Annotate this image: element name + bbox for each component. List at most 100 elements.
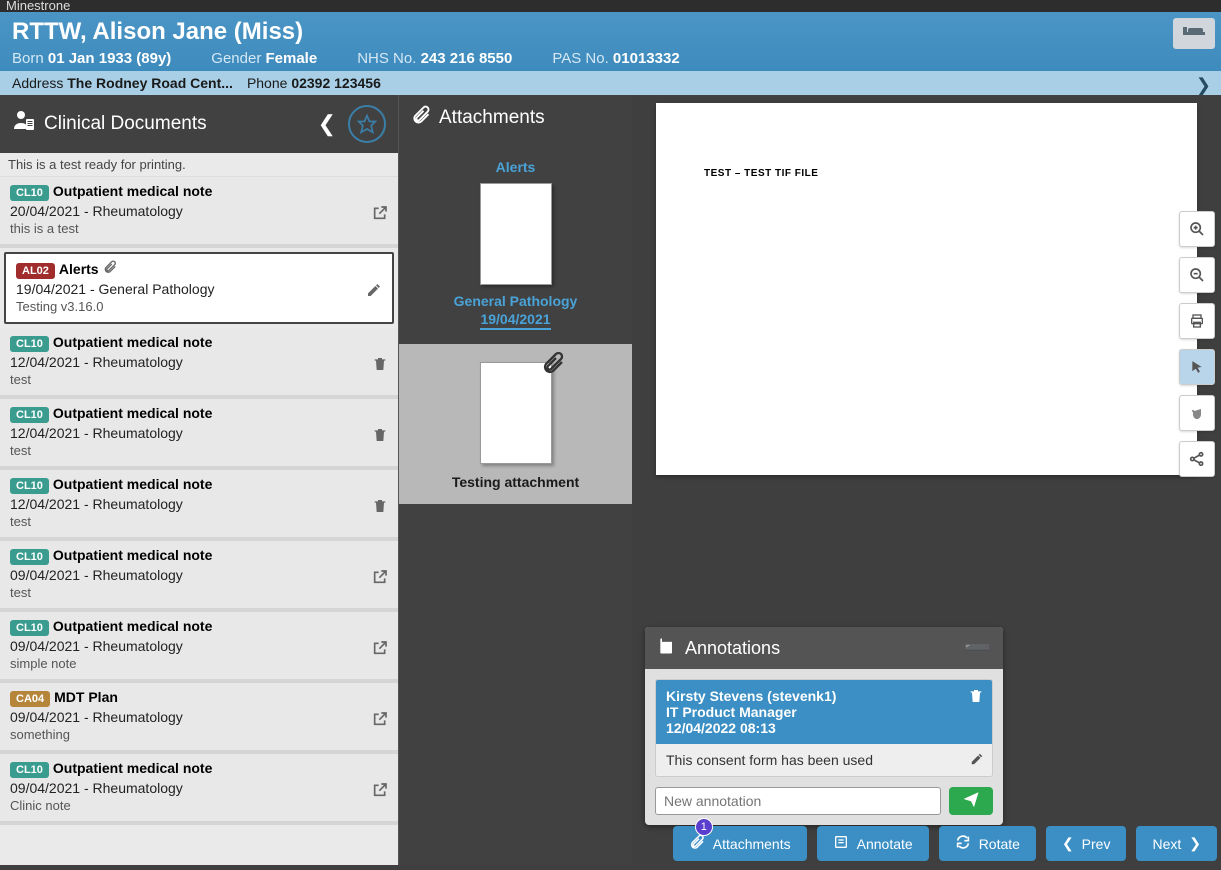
- clinical-docs-icon: [12, 109, 36, 139]
- zoom-out-button[interactable]: [1179, 257, 1215, 293]
- patient-banner: RTTW, Alison Jane (Miss) Born 01 Jan 193…: [0, 12, 1221, 71]
- doc-note: Testing v3.16.0: [16, 299, 382, 314]
- paperclip-icon: [541, 351, 565, 381]
- born-label: Born: [12, 50, 44, 67]
- doc-note: this is a test: [10, 221, 388, 236]
- address-label: Address: [12, 75, 63, 91]
- doc-title: Outpatient medical note: [53, 760, 212, 776]
- nhs-label: NHS No.: [357, 50, 416, 67]
- annotation-datetime: 12/04/2022 08:13: [666, 720, 776, 736]
- chevron-left-icon: ❮: [1062, 835, 1074, 852]
- document-item[interactable]: CL10Outpatient medical note12/04/2021 - …: [0, 328, 398, 399]
- address-bar[interactable]: Address The Rodney Road Cent... Phone 02…: [0, 71, 1221, 95]
- rotate-button[interactable]: Rotate: [939, 826, 1036, 861]
- doc-badge: CL10: [10, 620, 49, 636]
- send-annotation-button[interactable]: [949, 787, 993, 815]
- next-button[interactable]: Next ❯: [1136, 826, 1217, 861]
- document-list[interactable]: This is a test ready for printing. CL10O…: [0, 153, 398, 865]
- doc-meta: 12/04/2021 - Rheumatology: [10, 354, 388, 370]
- clinical-documents-title: Clinical Documents: [44, 113, 310, 135]
- attachment-header-thumb[interactable]: [480, 183, 552, 285]
- nhs-value: 243 216 8550: [421, 50, 513, 67]
- attachment-header-title: Alerts: [409, 159, 622, 175]
- document-item[interactable]: CL10Outpatient medical note 09/04/2021 - …: [0, 612, 398, 683]
- doc-badge: CL10: [10, 762, 49, 778]
- attachment-thumb[interactable]: [480, 362, 552, 464]
- bed-icon[interactable]: [1173, 18, 1215, 49]
- doc-action-button[interactable]: [372, 569, 388, 590]
- paperclip-icon: [103, 260, 117, 279]
- doc-action-button[interactable]: [372, 498, 388, 519]
- pas-label: PAS No.: [552, 50, 608, 67]
- doc-title: Outpatient medical note: [53, 476, 212, 492]
- rotate-icon: [955, 834, 971, 853]
- doc-badge: CL10: [10, 185, 49, 201]
- document-viewer[interactable]: TEST – TEST TIF FILE: [656, 103, 1197, 475]
- minimize-icon[interactable]: ➖: [964, 635, 991, 661]
- doc-badge: CL10: [10, 478, 49, 494]
- attachment-header-date[interactable]: 19/04/2021: [480, 311, 550, 330]
- pan-tool-button[interactable]: [1179, 395, 1215, 431]
- delete-annotation-button[interactable]: [968, 688, 984, 707]
- print-button[interactable]: [1179, 303, 1215, 339]
- doc-action-button[interactable]: [372, 782, 388, 803]
- doc-action-button[interactable]: [372, 427, 388, 448]
- doc-meta: 09/04/2021 - Rheumatology: [10, 709, 388, 725]
- doc-title: Alerts: [59, 261, 99, 277]
- paperclip-icon: [411, 105, 431, 131]
- new-annotation-input[interactable]: [655, 787, 941, 815]
- annotation-item: Kirsty Stevens (stevenk1) IT Product Man…: [655, 679, 993, 777]
- zoom-in-button[interactable]: [1179, 211, 1215, 247]
- document-item[interactable]: CL10Outpatient medical note09/04/2021 - …: [0, 541, 398, 612]
- annotation-role: IT Product Manager: [666, 704, 797, 720]
- document-item[interactable]: CL10Outpatient medical note12/04/2021 - …: [0, 399, 398, 470]
- favorite-star-button[interactable]: [348, 105, 386, 143]
- viewer-content-text: TEST – TEST TIF FILE: [704, 168, 818, 179]
- doc-action-button[interactable]: [372, 711, 388, 732]
- doc-action-button[interactable]: [372, 205, 388, 226]
- chevron-right-icon[interactable]: ❯: [1196, 75, 1211, 96]
- doc-badge: AL02: [16, 263, 55, 279]
- attachments-title: Attachments: [439, 107, 620, 129]
- doc-meta: 09/04/2021 - Rheumatology: [10, 567, 388, 583]
- annotation-author: Kirsty Stevens (stevenk1): [666, 688, 836, 704]
- doc-meta: 09/04/2021 - Rheumatology: [10, 780, 388, 796]
- document-item[interactable]: CL10Outpatient medical note 09/04/2021 - …: [0, 754, 398, 825]
- gender-value: Female: [266, 50, 318, 67]
- document-item[interactable]: AL02Alerts19/04/2021 - General Pathology…: [4, 252, 394, 324]
- document-item[interactable]: CA04MDT Plan09/04/2021 - Rheumatologysom…: [0, 683, 398, 754]
- doc-note: Clinic note: [10, 798, 388, 813]
- doc-note: simple note: [10, 656, 388, 671]
- doc-title: MDT Plan: [54, 689, 118, 705]
- doc-title: Outpatient medical note: [53, 547, 212, 563]
- doc-note: test: [10, 443, 388, 458]
- annotate-button[interactable]: Annotate: [817, 826, 929, 861]
- attachment-header-spec[interactable]: General Pathology: [409, 293, 622, 309]
- doc-action-button[interactable]: [372, 640, 388, 661]
- doc-meta: 09/04/2021 - Rheumatology: [10, 638, 388, 654]
- pointer-tool-button[interactable]: [1179, 349, 1215, 385]
- share-button[interactable]: [1179, 441, 1215, 477]
- doc-note: test: [10, 585, 388, 600]
- doc-title: Outpatient medical note: [53, 618, 212, 634]
- prev-button[interactable]: ❮ Prev: [1046, 826, 1127, 861]
- chevron-left-icon[interactable]: ❮: [318, 111, 336, 137]
- edit-annotation-button[interactable]: [970, 752, 984, 769]
- annotations-icon: [657, 636, 677, 661]
- annotate-icon: [833, 834, 849, 853]
- annotations-title: Annotations: [685, 638, 780, 659]
- attachments-button[interactable]: Attachments 1: [673, 826, 807, 861]
- document-item[interactable]: CL10Outpatient medical note 12/04/2021 - …: [0, 470, 398, 541]
- doc-badge: CL10: [10, 336, 49, 352]
- patient-name: RTTW, Alison Jane (Miss): [12, 18, 1209, 46]
- born-value: 01 Jan 1933 (89y): [48, 50, 171, 67]
- doc-action-button[interactable]: [366, 282, 382, 303]
- attachment-card-selected[interactable]: Testing attachment: [399, 344, 632, 504]
- document-item[interactable]: CL10Outpatient medical note20/04/2021 - …: [0, 177, 398, 248]
- attachment-name: Testing attachment: [409, 474, 622, 490]
- attachment-header-card[interactable]: Alerts General Pathology 19/04/2021: [399, 141, 632, 344]
- annotation-text: This consent form has been used: [666, 752, 873, 768]
- doc-meta: 12/04/2021 - Rheumatology: [10, 496, 388, 512]
- paperclip-icon: [689, 834, 705, 853]
- doc-action-button[interactable]: [372, 356, 388, 377]
